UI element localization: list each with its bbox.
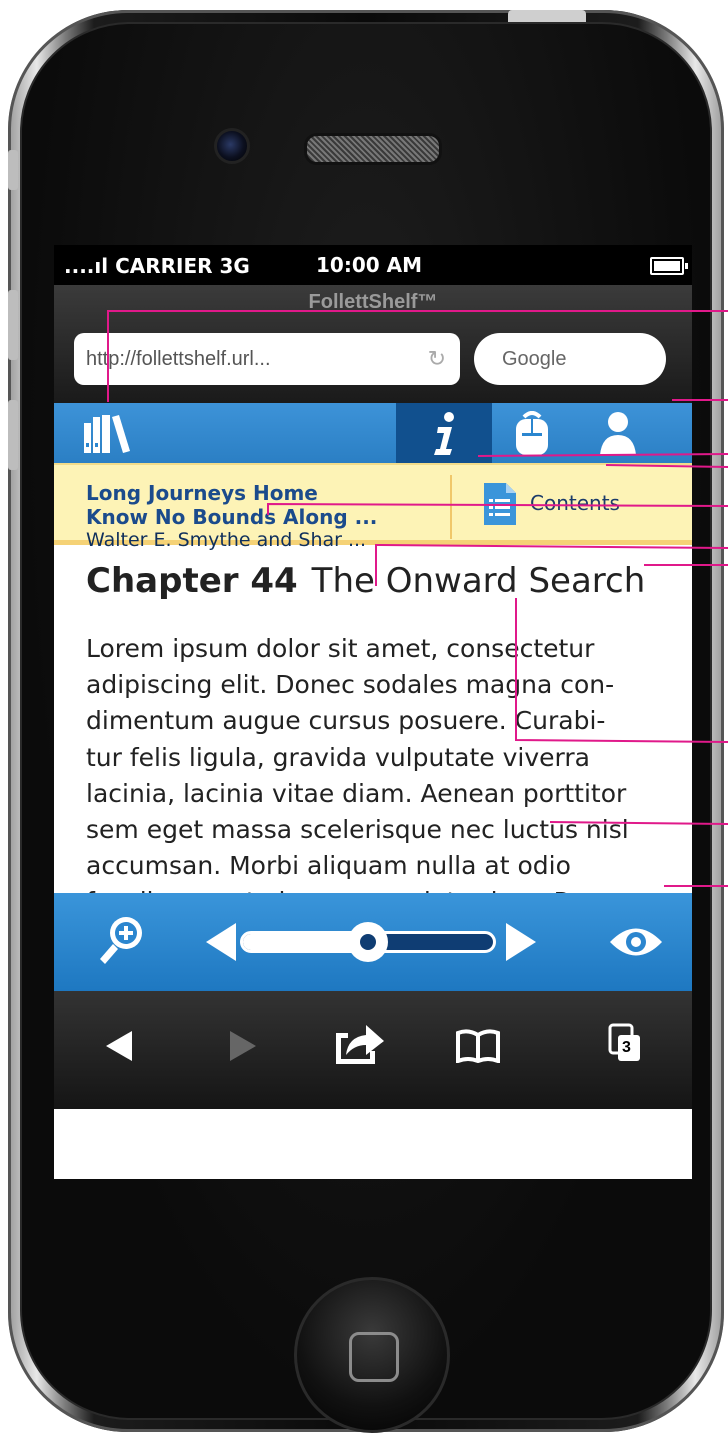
- browser-title: FollettShelf™: [308, 291, 438, 313]
- screen: ....ıl CARRIER 3G 10:00 AM FollettShelf™…: [54, 245, 692, 1179]
- mute-switch: [8, 150, 18, 190]
- home-button[interactable]: [294, 1277, 450, 1433]
- book-info-bar: Long Journeys Home Know No Bounds Along …: [54, 463, 692, 551]
- book-author: Walter E. Smythe and Shar ...: [86, 529, 367, 551]
- page-back-icon[interactable]: [206, 923, 236, 966]
- book-title[interactable]: Long Journeys Home Know No Bounds Along …: [86, 481, 466, 529]
- body-line: sem eget massa scelerisque nec luctus ni…: [86, 815, 629, 845]
- search-field[interactable]: Google: [474, 333, 666, 385]
- carrier-label: ....ıl CARRIER 3G: [64, 254, 250, 278]
- browser-address-bar: FollettShelf™ http://follettshelf.url...…: [54, 285, 692, 403]
- power-button: [508, 10, 586, 22]
- contents-link[interactable]: Contents: [530, 491, 620, 515]
- backpack-icon[interactable]: [512, 411, 552, 460]
- browser-toolbar: 3: [54, 991, 692, 1109]
- eye-icon[interactable]: [610, 925, 662, 964]
- body-line: lacinia, lacinia vitae diam. Aenean port…: [86, 778, 627, 808]
- tabs-count: 3: [622, 1039, 631, 1056]
- volume-up-button: [8, 290, 18, 360]
- status-time: 10:00 AM: [316, 253, 423, 277]
- chapter-number: Chapter 44: [86, 561, 298, 601]
- url-field[interactable]: http://follettshelf.url... ↻: [74, 333, 460, 385]
- book-title-line2: Know No Bounds Along ...: [86, 505, 378, 529]
- zoom-in-icon[interactable]: [96, 913, 146, 970]
- page-slider[interactable]: [240, 922, 496, 962]
- browser-back-icon[interactable]: [106, 1031, 132, 1066]
- chapter-title: The Onward Search: [311, 561, 646, 601]
- browser-forward-icon[interactable]: [230, 1031, 256, 1066]
- tabs-icon[interactable]: 3: [608, 1023, 642, 1068]
- volume-down-button: [8, 400, 18, 470]
- battery-icon: [650, 257, 688, 275]
- url-text: http://follettshelf.url...: [86, 348, 271, 370]
- status-bar: ....ıl CARRIER 3G 10:00 AM: [54, 245, 692, 285]
- front-camera: [214, 128, 250, 164]
- share-icon[interactable]: [334, 1021, 384, 1070]
- user-icon[interactable]: [598, 411, 638, 460]
- contents-document-icon[interactable]: [484, 483, 516, 530]
- body-line: accumsan. Morbi aliquam nulla at odio: [86, 851, 571, 881]
- reload-icon[interactable]: ↻: [428, 333, 446, 385]
- app-toolbar: [54, 403, 692, 463]
- book-title-line1: Long Journeys Home: [86, 481, 318, 505]
- info-icon[interactable]: [432, 411, 458, 460]
- home-square-icon: [349, 1332, 399, 1382]
- body-line: adipiscing elit. Donec sodales magna con…: [86, 670, 615, 700]
- bookmarks-icon[interactable]: [456, 1029, 500, 1068]
- body-line: tur felis ligula, gravida vulputate vive…: [86, 742, 590, 772]
- body-line: Lorem ipsum dolor sit amet, consectetur: [86, 634, 595, 663]
- body-line: dimentum augue cursus posuere. Curabi-: [86, 706, 606, 736]
- slider-knob[interactable]: [348, 922, 388, 962]
- book-bar-divider: [450, 475, 452, 539]
- chapter-heading: Chapter 44 The Onward Search: [86, 561, 645, 601]
- earpiece-speaker: [304, 133, 442, 165]
- bookshelf-icon[interactable]: [84, 413, 130, 458]
- chapter-body: Lorem ipsum dolor sit amet, consectetur …: [86, 631, 682, 921]
- reader-toolbar: [54, 893, 692, 991]
- page-forward-icon[interactable]: [506, 923, 536, 966]
